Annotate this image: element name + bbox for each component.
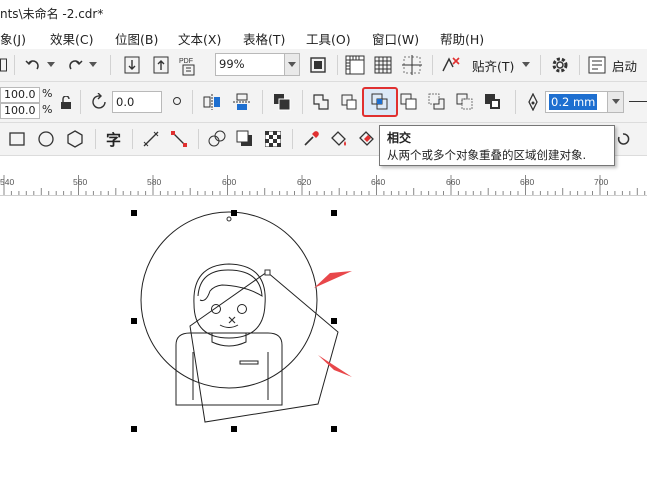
tooltip-description: 从两个或多个对象重叠的区域创建对象. xyxy=(387,148,587,162)
snap-off-icon[interactable] xyxy=(439,54,463,76)
ruler-tick-label: 640 xyxy=(371,177,386,187)
simplify-icon[interactable] xyxy=(397,91,421,113)
launch-button[interactable]: 启动 xyxy=(612,56,637,75)
redo-dropdown-icon[interactable] xyxy=(87,55,99,75)
intersect-tooltip: 相交 从两个或多个对象重叠的区域创建对象. xyxy=(379,125,615,166)
export-icon[interactable] xyxy=(150,55,172,75)
full-screen-icon[interactable] xyxy=(307,55,329,75)
connector-tool-icon[interactable] xyxy=(168,129,190,149)
rectangle-tool-icon[interactable] xyxy=(6,129,28,149)
ruler-tick-label: 560 xyxy=(73,177,88,187)
intersect-button[interactable] xyxy=(362,87,398,117)
scale-y-value: 100.0 xyxy=(4,104,36,117)
snap-dropdown-icon[interactable] xyxy=(520,55,532,75)
blend-tool-icon[interactable] xyxy=(206,129,228,149)
title-bar: nts\未命名 -2.cdr* xyxy=(0,0,647,26)
mirror-vertical-icon[interactable] xyxy=(230,91,254,113)
import-icon[interactable] xyxy=(121,55,143,75)
outline-width-value: 0.2 mm xyxy=(549,94,598,110)
menu-tools[interactable]: 工具(O) xyxy=(306,29,351,48)
menu-object[interactable]: 象(J) xyxy=(0,29,26,48)
zoom-dropdown-icon[interactable] xyxy=(284,53,300,76)
line-style-preview[interactable] xyxy=(629,101,647,102)
polygon-tool-icon[interactable] xyxy=(64,129,86,149)
menu-table[interactable]: 表格(T) xyxy=(243,29,285,48)
standard-toolbar: PDF 99% 贴齐(T) 启动 xyxy=(0,49,647,82)
lock-ratio-icon[interactable] xyxy=(58,94,74,112)
undo-dropdown-icon[interactable] xyxy=(45,55,57,75)
ellipse-tool-icon[interactable] xyxy=(35,129,57,149)
weld-icon[interactable] xyxy=(309,91,333,113)
mirror-horizontal-icon[interactable] xyxy=(200,91,224,113)
ruler-tick-label: 660 xyxy=(446,177,461,187)
transparency-icon[interactable] xyxy=(262,129,284,149)
page-icon[interactable] xyxy=(0,56,8,74)
window-title: nts\未命名 -2.cdr* xyxy=(0,7,104,21)
menu-help[interactable]: 帮助(H) xyxy=(440,29,484,48)
intersect-icon xyxy=(371,93,388,110)
menu-bitmaps[interactable]: 位图(B) xyxy=(115,29,158,48)
undo-icon[interactable] xyxy=(22,55,44,75)
eyedropper-icon[interactable] xyxy=(300,129,322,149)
tooltip-title: 相交 xyxy=(387,131,412,145)
redo-icon[interactable] xyxy=(64,55,86,75)
degree-icon xyxy=(170,92,184,110)
ruler-tick-label: 540 xyxy=(0,177,15,187)
parallel-dimension-icon[interactable] xyxy=(140,129,162,149)
outline-width-dropdown-icon[interactable] xyxy=(607,91,624,113)
ruler-tick-label: 600 xyxy=(222,177,237,187)
scale-x-percent: % xyxy=(42,87,53,100)
snap-to-button[interactable]: 贴齐(T) xyxy=(472,56,514,75)
ruler-tick-label: 700 xyxy=(594,177,609,187)
pentagon-shape[interactable] xyxy=(189,271,339,423)
ruler-tick-label: 620 xyxy=(297,177,312,187)
horizontal-ruler[interactable]: 540 560 580 600 620 640 660 680 700 xyxy=(0,175,647,196)
interactive-fill-icon[interactable] xyxy=(328,129,350,149)
circle-shape[interactable] xyxy=(140,211,318,389)
menu-bar: 象(J) 效果(C) 位图(B) 文本(X) 表格(T) 工具(O) 窗口(W)… xyxy=(0,26,647,50)
rotation-icon xyxy=(90,92,110,112)
trim-icon[interactable] xyxy=(337,91,361,113)
node-handle[interactable] xyxy=(264,269,271,276)
show-grid-icon[interactable] xyxy=(372,54,394,76)
ruler-tick-label: 580 xyxy=(147,177,162,187)
rotation-angle-field[interactable]: 0.0 xyxy=(112,91,162,113)
property-bar: 100.0 % 100.0 % 0.0 0.2 mm xyxy=(0,82,647,123)
ruler-tick-label: 680 xyxy=(520,177,535,187)
launcher-icon[interactable] xyxy=(586,54,608,76)
rotation-angle-value: 0.0 xyxy=(116,95,135,109)
contour-tool-icon[interactable] xyxy=(612,129,634,149)
outline-width-field[interactable]: 0.2 mm xyxy=(545,91,609,113)
scale-x-field[interactable]: 100.0 xyxy=(0,87,40,103)
scale-y-percent: % xyxy=(42,103,53,116)
outline-pen-icon xyxy=(523,91,543,113)
scale-x-value: 100.0 xyxy=(4,88,36,101)
node-handle[interactable] xyxy=(226,216,232,222)
front-minus-back-icon[interactable] xyxy=(425,91,449,113)
smart-fill-icon[interactable] xyxy=(356,129,378,149)
zoom-level-field[interactable]: 99% xyxy=(215,53,287,76)
drop-shadow-icon[interactable] xyxy=(234,129,256,149)
pdf-label: PDF xyxy=(179,58,193,65)
publish-pdf-icon[interactable]: PDF xyxy=(178,54,200,76)
center-marker[interactable] xyxy=(228,316,236,324)
gear-icon[interactable] xyxy=(548,54,572,76)
menu-effects[interactable]: 效果(C) xyxy=(50,29,93,48)
combine-icon[interactable] xyxy=(270,91,294,113)
text-tool-icon[interactable]: 字 xyxy=(106,129,121,150)
back-minus-front-icon[interactable] xyxy=(453,91,477,113)
avatar-illustration[interactable] xyxy=(175,263,283,406)
menu-window[interactable]: 窗口(W) xyxy=(372,29,419,48)
show-rulers-icon[interactable] xyxy=(344,54,366,76)
zoom-level-value: 99% xyxy=(219,57,245,71)
create-boundary-icon[interactable] xyxy=(481,91,505,113)
menu-text[interactable]: 文本(X) xyxy=(178,29,221,48)
show-guidelines-icon[interactable] xyxy=(401,54,423,76)
drawing-canvas[interactable] xyxy=(0,196,647,487)
scale-y-field[interactable]: 100.0 xyxy=(0,103,40,119)
